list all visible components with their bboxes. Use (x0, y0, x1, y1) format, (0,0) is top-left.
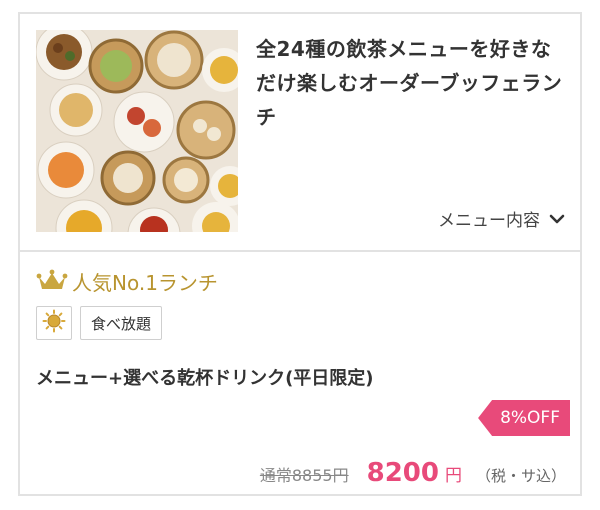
discount-badge: 8%OFF (478, 400, 570, 436)
plan-card: 全24種の飲茶メニューを好きなだけ楽しむオーダーブッフェランチ メニュー内容 人… (18, 12, 582, 496)
dim-sum-photo (36, 30, 238, 232)
price-unit: 円 (444, 466, 462, 486)
plan-headline: 全24種の飲茶メニューを好きなだけ楽しむオーダーブッフェランチ (256, 37, 563, 129)
lunch-time-tag (36, 306, 72, 340)
plan-header: 全24種の飲茶メニューを好きなだけ楽しむオーダーブッフェランチ メニュー内容 (20, 14, 580, 252)
regular-price: 通常8855円 (259, 466, 349, 485)
menu-details-toggle[interactable]: メニュー内容 (438, 206, 566, 231)
chevron-down-icon (548, 210, 566, 228)
sun-icon (42, 309, 66, 337)
plan-body: 人気No.1ランチ 食べ放題 メニュー+選べる乾杯ドリンク(平日限定) 8%OF… (36, 266, 570, 488)
sale-price: 8200 (366, 458, 439, 488)
rank-badge: 人気No.1ランチ (36, 266, 566, 296)
plan-tags: 食べ放題 (36, 306, 163, 340)
crown-icon (36, 269, 68, 293)
rank-label: 人気No.1ランチ (72, 270, 218, 295)
menu-toggle-label: メニュー内容 (438, 211, 540, 231)
plan-title: メニュー+選べる乾杯ドリンク(平日限定) (36, 368, 374, 389)
tax-note: （税・サ込） (475, 467, 566, 485)
all-you-can-eat-tag: 食べ放題 (80, 306, 163, 340)
price-row: 通常8855円 8200 円 （税・サ込） (260, 458, 566, 488)
